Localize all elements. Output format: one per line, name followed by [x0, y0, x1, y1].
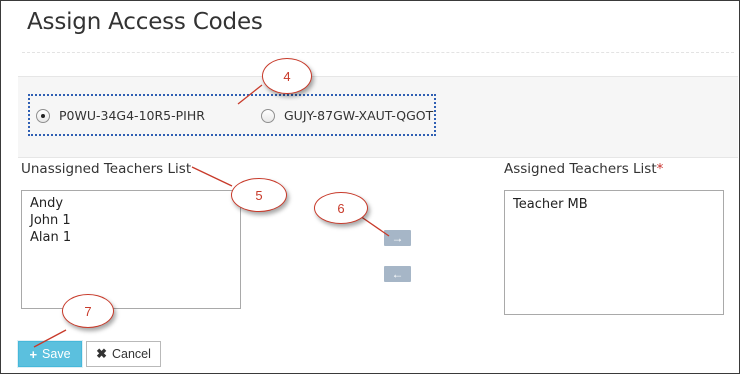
annotation-callout-7: 7: [62, 294, 114, 328]
pointer-5-line: [191, 166, 233, 187]
pointer-6-line: [359, 215, 390, 237]
annotation-callout-6: 6: [314, 192, 368, 224]
annotation-callout-5: 5: [231, 178, 287, 212]
pointer-4-line: [237, 84, 263, 105]
annotation-callout-4: 4: [262, 58, 312, 94]
pointer-7-line: [33, 329, 67, 348]
